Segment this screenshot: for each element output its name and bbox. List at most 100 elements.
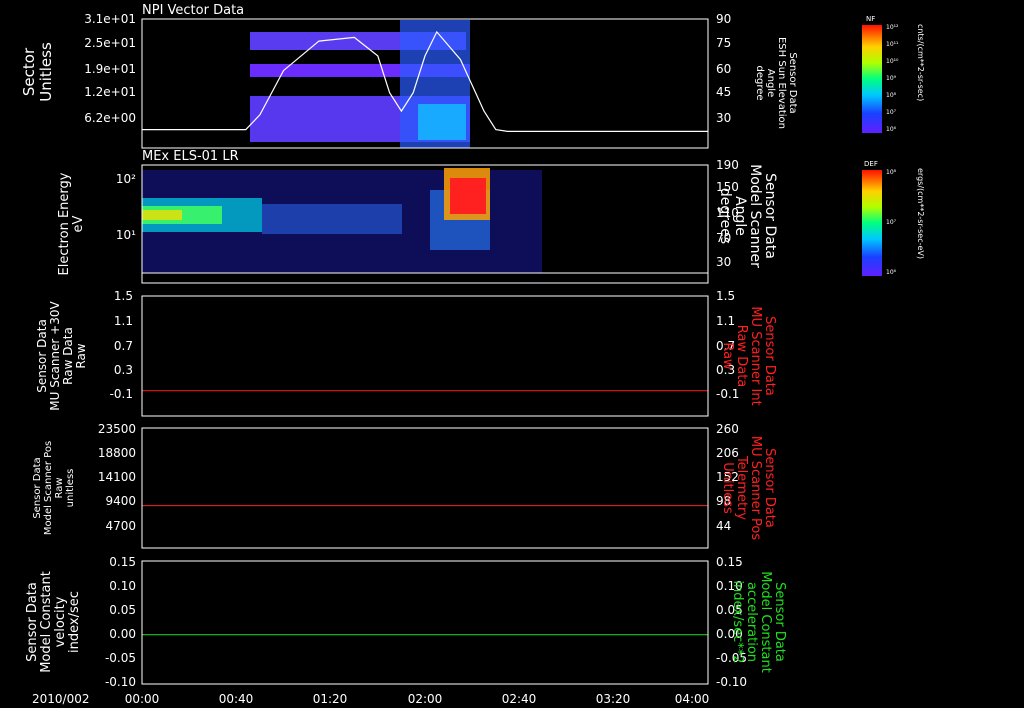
- panel-velocity-ylabel: Sensor Data Model Constant velocity inde…: [25, 571, 82, 673]
- npi-ytick-3: 1.2e+01: [84, 85, 136, 99]
- panel-npi-ylabel: Sector Unitless: [20, 42, 55, 102]
- p4-ylabel-0: Sensor Data: [32, 457, 43, 518]
- panel-velocity-y-ticks: 0.15 0.10 0.05 0.00 -0.05 -0.10: [105, 555, 136, 689]
- els-ytick-1: 10¹: [116, 228, 136, 242]
- panel-els: MEx ELS-01 LR 10² 10¹ 190 150 110 70 30 …: [57, 149, 925, 284]
- panel-mu-voltage-y-ticks: 1.5 1.1 0.7 0.3 -0.1: [110, 289, 133, 401]
- els-rlabel-3: degrees: [717, 188, 733, 244]
- p5-ytick-1: 0.10: [109, 579, 136, 593]
- p5-rlabel-3: index/sec**2: [730, 580, 745, 663]
- npi-cbtick-0: 10¹²: [886, 24, 899, 31]
- npi-ytick-0: 3.1e+01: [84, 12, 136, 26]
- p4-rtick-4: 44: [716, 519, 731, 533]
- panel-scanner-pos-ylabel: Sensor Data Model Scanner Pos Raw unitle…: [32, 441, 76, 535]
- npi-colorbar-label: NF: [866, 15, 875, 23]
- panel-els-ylabel: Electron Energy eV: [57, 172, 86, 275]
- p4-ytick-0: 23500: [98, 422, 136, 436]
- els-rlabel-2: Angle: [732, 196, 748, 236]
- els-band-yellow: [142, 210, 182, 220]
- date-label: 2010/002: [32, 692, 90, 706]
- npi-rtick-1: 75: [716, 36, 731, 50]
- els-colorbar: DEF 10⁸ 10⁷ 10⁶ ergs/(cm**2-sr-sec-eV): [862, 160, 925, 276]
- p4-ytick-3: 9400: [105, 494, 136, 508]
- els-cbtick-2: 10⁶: [886, 269, 897, 276]
- els-rtick-4: 30: [716, 255, 731, 269]
- p5-rlabel-0: Sensor Data: [772, 582, 787, 662]
- els-ytick-0: 10²: [116, 172, 136, 186]
- p3-ylabel-0: Sensor Data: [35, 319, 49, 393]
- p5-ytick-3: 0.00: [109, 627, 136, 641]
- p3-ylabel-1: MU Scanner +30V: [48, 301, 62, 411]
- npi-cbtick-3: 10⁹: [886, 75, 897, 82]
- npi-ylabel-1: Unitless: [37, 42, 55, 102]
- els-band-hot-core: [450, 178, 486, 214]
- p5-ylabel-3: index/sec: [67, 591, 82, 653]
- panel-els-heatmap: [142, 168, 542, 273]
- npi-rtick-4: 30: [716, 111, 731, 125]
- p5-ytick-2: 0.05: [109, 603, 136, 617]
- npi-ytick-2: 1.9e+01: [84, 62, 136, 76]
- xtick-0: 00:00: [125, 692, 160, 706]
- xtick-1: 00:40: [219, 692, 254, 706]
- npi-ytick-1: 2.5e+01: [84, 36, 136, 50]
- npi-rtick-0: 90: [716, 12, 731, 26]
- xtick-6: 04:00: [675, 692, 710, 706]
- p4-rtick-0: 260: [716, 422, 739, 436]
- els-ylabel-1: eV: [71, 215, 86, 232]
- p3-ylabel-3: Raw: [74, 343, 88, 368]
- p3-ytick-4: -0.1: [110, 387, 133, 401]
- els-rlabel-1: Model Scanner: [747, 164, 763, 268]
- xtick-4: 02:40: [502, 692, 537, 706]
- panel-mu-voltage: 1.5 1.1 0.7 0.3 -0.1 1.5 1.1 0.7 0.3 -0.…: [35, 289, 777, 417]
- panel-velocity-ylabel-right: Sensor Data Model Constant acceleration …: [730, 571, 787, 673]
- p5-ylabel-1: Model Constant: [39, 571, 54, 673]
- p3-rtick-0: 1.5: [716, 289, 735, 303]
- p3-ytick-1: 1.1: [114, 314, 133, 328]
- p5-ylabel-2: velocity: [53, 596, 68, 647]
- p5-rtick-0: 0.15: [716, 555, 743, 569]
- p4-ytick-4: 4700: [105, 519, 136, 533]
- p3-ytick-2: 0.7: [114, 339, 133, 353]
- panel-els-y-ticks: 10² 10¹: [116, 172, 136, 242]
- xtick-3: 02:00: [408, 692, 443, 706]
- npi-colorbar: NF 10¹² 10¹¹ 10¹⁰ 10⁹ 10⁸ 10⁷ 10⁶ cnts/(…: [862, 15, 925, 133]
- p5-rlabel-1: Model Constant: [758, 571, 773, 673]
- panel-scanner-pos-y-ticks: 23500 18800 14100 9400 4700: [98, 422, 136, 533]
- xtick-2: 01:20: [313, 692, 348, 706]
- npi-cbtick-4: 10⁸: [886, 92, 897, 99]
- els-cbtick-0: 10⁸: [886, 169, 897, 176]
- p3-ytick-3: 0.3: [114, 363, 133, 377]
- p3-ytick-0: 1.5: [114, 289, 133, 303]
- npi-cbtick-2: 10¹⁰: [886, 58, 899, 65]
- p4-ylabel-2: Raw: [54, 477, 65, 498]
- npi-rlabel-1: ESH Sun Elevation: [776, 37, 787, 129]
- p3-rlabel-3: Raw: [720, 342, 735, 370]
- panel-velocity: 0.15 0.10 0.05 0.00 -0.05 -0.10 0.15 0.1…: [25, 555, 787, 689]
- p5-ytick-0: 0.15: [109, 555, 136, 569]
- npi-colorbar-units: cnts/(cm**2-sr-sec): [916, 24, 925, 101]
- els-cbtick-1: 10⁷: [886, 219, 897, 226]
- plot-canvas: NPI Vector Data 3.1e+01 2.5e+01 1.9e+01 …: [20, 3, 925, 706]
- p3-rtick-4: -0.1: [716, 387, 739, 401]
- els-band-sparse: [262, 204, 402, 234]
- npi-rtick-3: 45: [716, 85, 731, 99]
- p4-rlabel-2: Telemetry: [734, 455, 749, 520]
- npi-rlabel-3: degree: [754, 65, 765, 100]
- panel-npi-title: NPI Vector Data: [142, 3, 244, 18]
- panel-npi-y-ticks: 3.1e+01 2.5e+01 1.9e+01 1.2e+01 6.2e+00: [84, 12, 136, 125]
- npi-cbtick-6: 10⁶: [886, 126, 897, 133]
- npi-ylabel-0: Sector: [20, 47, 38, 96]
- xtick-5: 03:20: [596, 692, 631, 706]
- els-rtick-0: 190: [716, 158, 739, 172]
- panel-mu-voltage-frame: [141, 295, 709, 417]
- p5-ylabel-0: Sensor Data: [25, 582, 40, 662]
- x-axis: 2010/002 00:00 00:40 01:20 02:00 02:40 0…: [32, 692, 709, 706]
- panel-npi-ylabel-right: Sensor Data ESH Sun Elevation Angle degr…: [754, 37, 798, 129]
- p4-rlabel-3: Unitless: [720, 462, 735, 514]
- panel-scanner-pos: 23500 18800 14100 9400 4700 260 206 152 …: [32, 422, 777, 549]
- panel-mu-voltage-ylabel: Sensor Data MU Scanner +30V Raw Data Raw: [35, 301, 88, 411]
- npi-cbtick-5: 10⁷: [886, 109, 897, 116]
- p5-rtick-5: -0.10: [716, 675, 747, 689]
- panel-scanner-pos-frame: [141, 427, 709, 549]
- panel-velocity-frame: [141, 560, 709, 685]
